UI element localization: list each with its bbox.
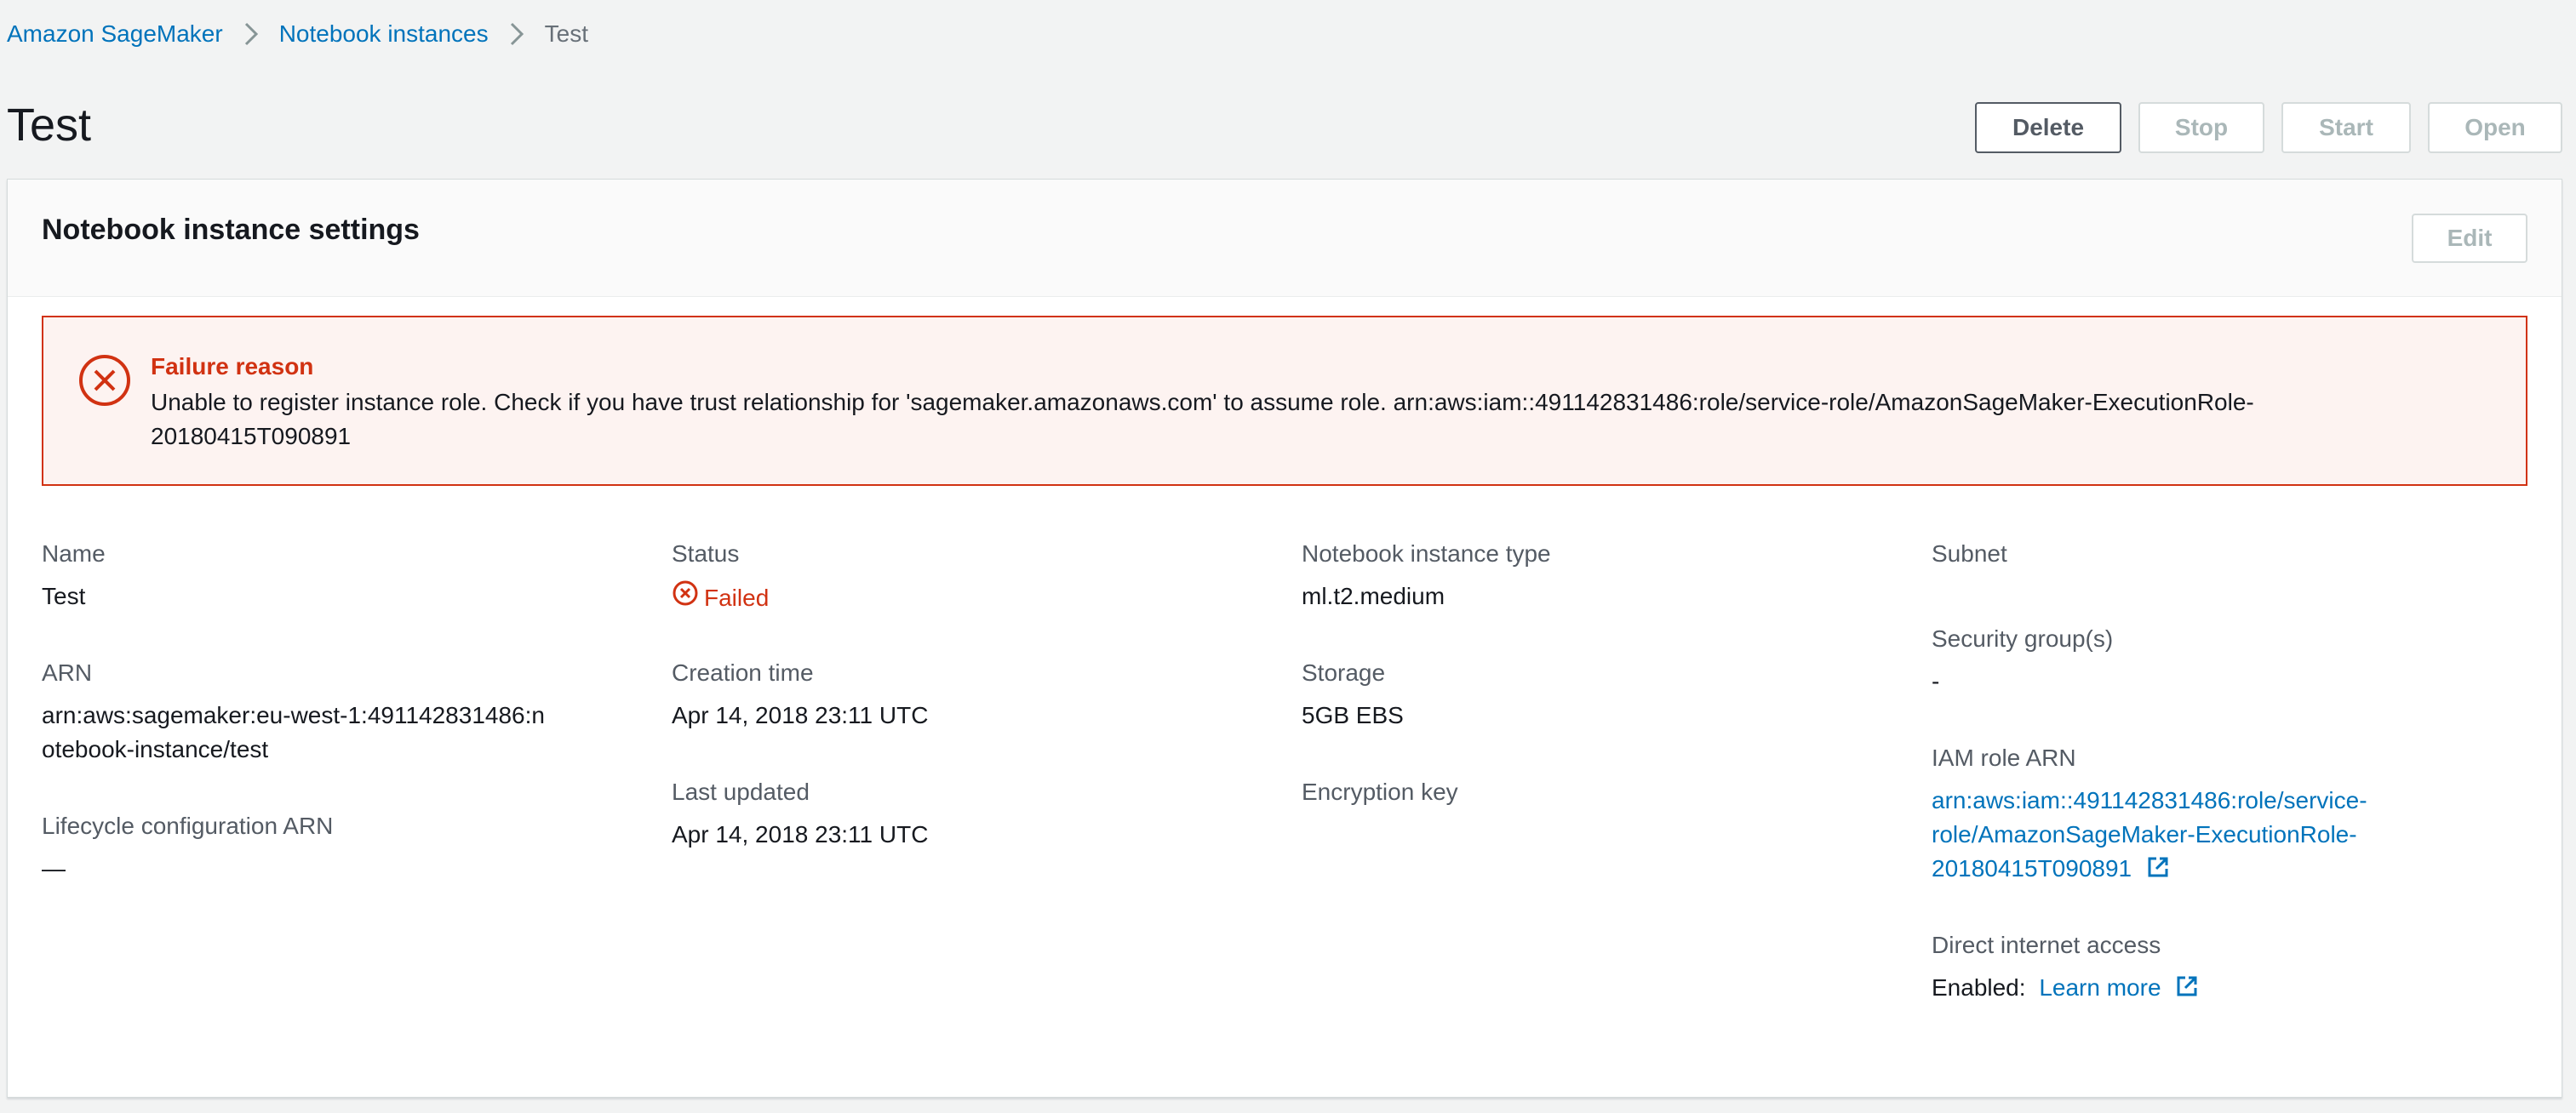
- settings-panel: Notebook instance settings Edit Failure …: [7, 179, 2562, 1098]
- field-security-groups: Security group(s) -: [1932, 622, 2113, 699]
- field-label: IAM role ARN: [1932, 745, 2076, 771]
- external-link-icon[interactable]: [2145, 854, 2171, 889]
- field-value: Apr 14, 2018 23:11 UTC: [672, 821, 929, 848]
- field-label: Subnet: [1932, 540, 2007, 567]
- field-encryption-key: Encryption key: [1302, 775, 1458, 818]
- action-bar: Delete Stop Start Open: [1975, 102, 2562, 153]
- field-label: Direct internet access: [1932, 932, 2161, 958]
- field-subnet: Subnet: [1932, 537, 2007, 579]
- page-title: Test: [7, 100, 92, 151]
- failure-alert: Failure reason Unable to register instan…: [42, 316, 2527, 486]
- field-value: arn:aws:sagemaker:eu-west-1:491142831486…: [42, 702, 545, 762]
- field-arn: ARN arn:aws:sagemaker:eu-west-1:49114283…: [42, 656, 552, 767]
- breadcrumb: Amazon SageMaker Notebook instances Test: [7, 19, 588, 49]
- field-iam-role-arn: IAM role ARN arn:aws:iam::491142831486:r…: [1932, 741, 2425, 889]
- chevron-right-icon: [499, 19, 535, 49]
- field-status: Status Failed: [672, 537, 769, 616]
- settings-header: Notebook instance settings Edit: [8, 180, 2562, 297]
- chevron-right-icon: [233, 19, 269, 49]
- error-circle-icon: [77, 353, 132, 408]
- learn-more-link[interactable]: Learn more: [2039, 974, 2161, 1001]
- alert-title: Failure reason: [151, 353, 314, 380]
- field-value: Apr 14, 2018 23:11 UTC: [672, 702, 929, 728]
- open-button[interactable]: Open: [2428, 102, 2562, 153]
- field-value: -: [1932, 668, 1940, 694]
- field-lifecycle: Lifecycle configuration ARN —: [42, 809, 333, 886]
- field-storage: Storage 5GB EBS: [1302, 656, 1404, 733]
- field-creation-time: Creation time Apr 14, 2018 23:11 UTC: [672, 656, 928, 733]
- field-label: ARN: [42, 659, 93, 686]
- breadcrumb-sagemaker[interactable]: Amazon SageMaker: [7, 20, 223, 48]
- breadcrumb-notebook-instances[interactable]: Notebook instances: [279, 20, 489, 48]
- field-label: Name: [42, 540, 106, 567]
- field-direct-internet-access: Direct internet access Enabled: Learn mo…: [1932, 928, 2200, 1008]
- start-button[interactable]: Start: [2281, 102, 2411, 153]
- field-name: Name Test: [42, 537, 106, 614]
- field-label: Security group(s): [1932, 625, 2114, 652]
- field-label: Storage: [1302, 659, 1386, 686]
- field-value: Test: [42, 583, 86, 609]
- field-last-updated: Last updated Apr 14, 2018 23:11 UTC: [672, 775, 928, 852]
- field-instance-type: Notebook instance type ml.t2.medium: [1302, 537, 1551, 614]
- field-value: Enabled: Learn more: [1932, 971, 2200, 1008]
- alert-message: Unable to register instance role. Check …: [151, 389, 2254, 449]
- delete-button[interactable]: Delete: [1975, 102, 2121, 153]
- field-label: Status: [672, 540, 740, 567]
- field-label: Notebook instance type: [1302, 540, 1551, 567]
- status-text: Failed: [704, 584, 770, 611]
- iam-role-link[interactable]: arn:aws:iam::491142831486:role/service-r…: [1932, 784, 2425, 889]
- error-circle-icon: [672, 579, 699, 616]
- settings-title: Notebook instance settings: [42, 214, 420, 246]
- internet-access-state: Enabled:: [1932, 974, 2026, 1001]
- edit-button[interactable]: Edit: [2412, 214, 2527, 263]
- field-value: 5GB EBS: [1302, 702, 1404, 728]
- field-label: Lifecycle configuration ARN: [42, 813, 334, 839]
- status-value: Failed: [672, 579, 769, 616]
- field-label: Last updated: [672, 779, 810, 805]
- field-value: —: [42, 855, 66, 882]
- stop-button[interactable]: Stop: [2138, 102, 2264, 153]
- field-value: ml.t2.medium: [1302, 583, 1445, 609]
- field-label: Encryption key: [1302, 779, 1458, 805]
- breadcrumb-current: Test: [544, 20, 588, 47]
- external-link-icon[interactable]: [2174, 973, 2200, 1008]
- field-label: Creation time: [672, 659, 814, 686]
